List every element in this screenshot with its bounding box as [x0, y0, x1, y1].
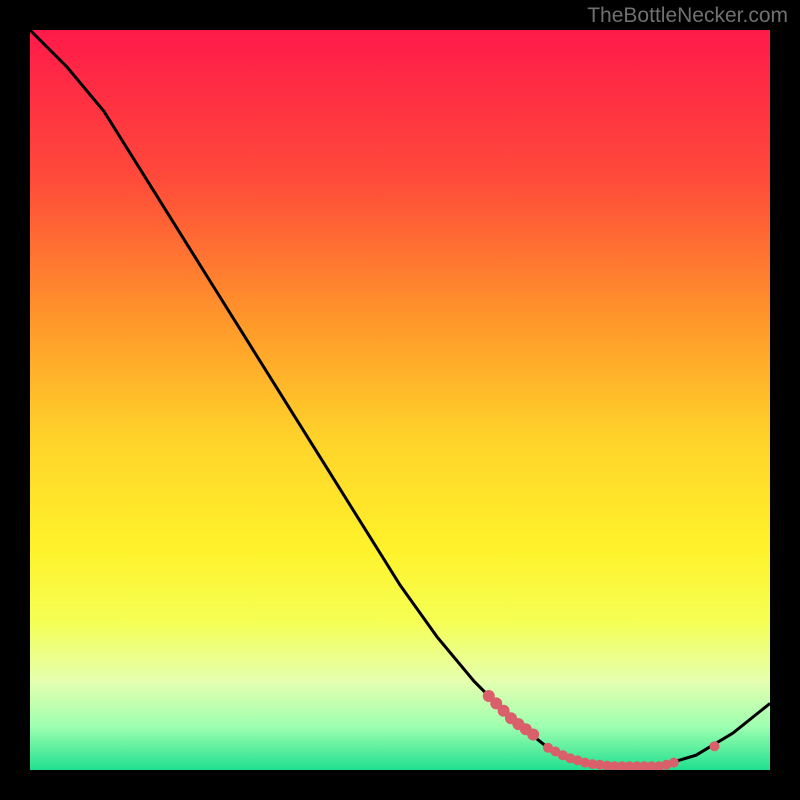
data-marker	[669, 758, 679, 768]
bottleneck-chart	[30, 30, 770, 770]
plot-area	[30, 30, 770, 770]
gradient-background	[30, 30, 770, 770]
watermark-text: TheBottleNecker.com	[587, 4, 788, 28]
data-marker	[527, 729, 539, 741]
data-marker	[710, 741, 720, 751]
chart-container: TheBottleNecker.com	[0, 0, 800, 800]
